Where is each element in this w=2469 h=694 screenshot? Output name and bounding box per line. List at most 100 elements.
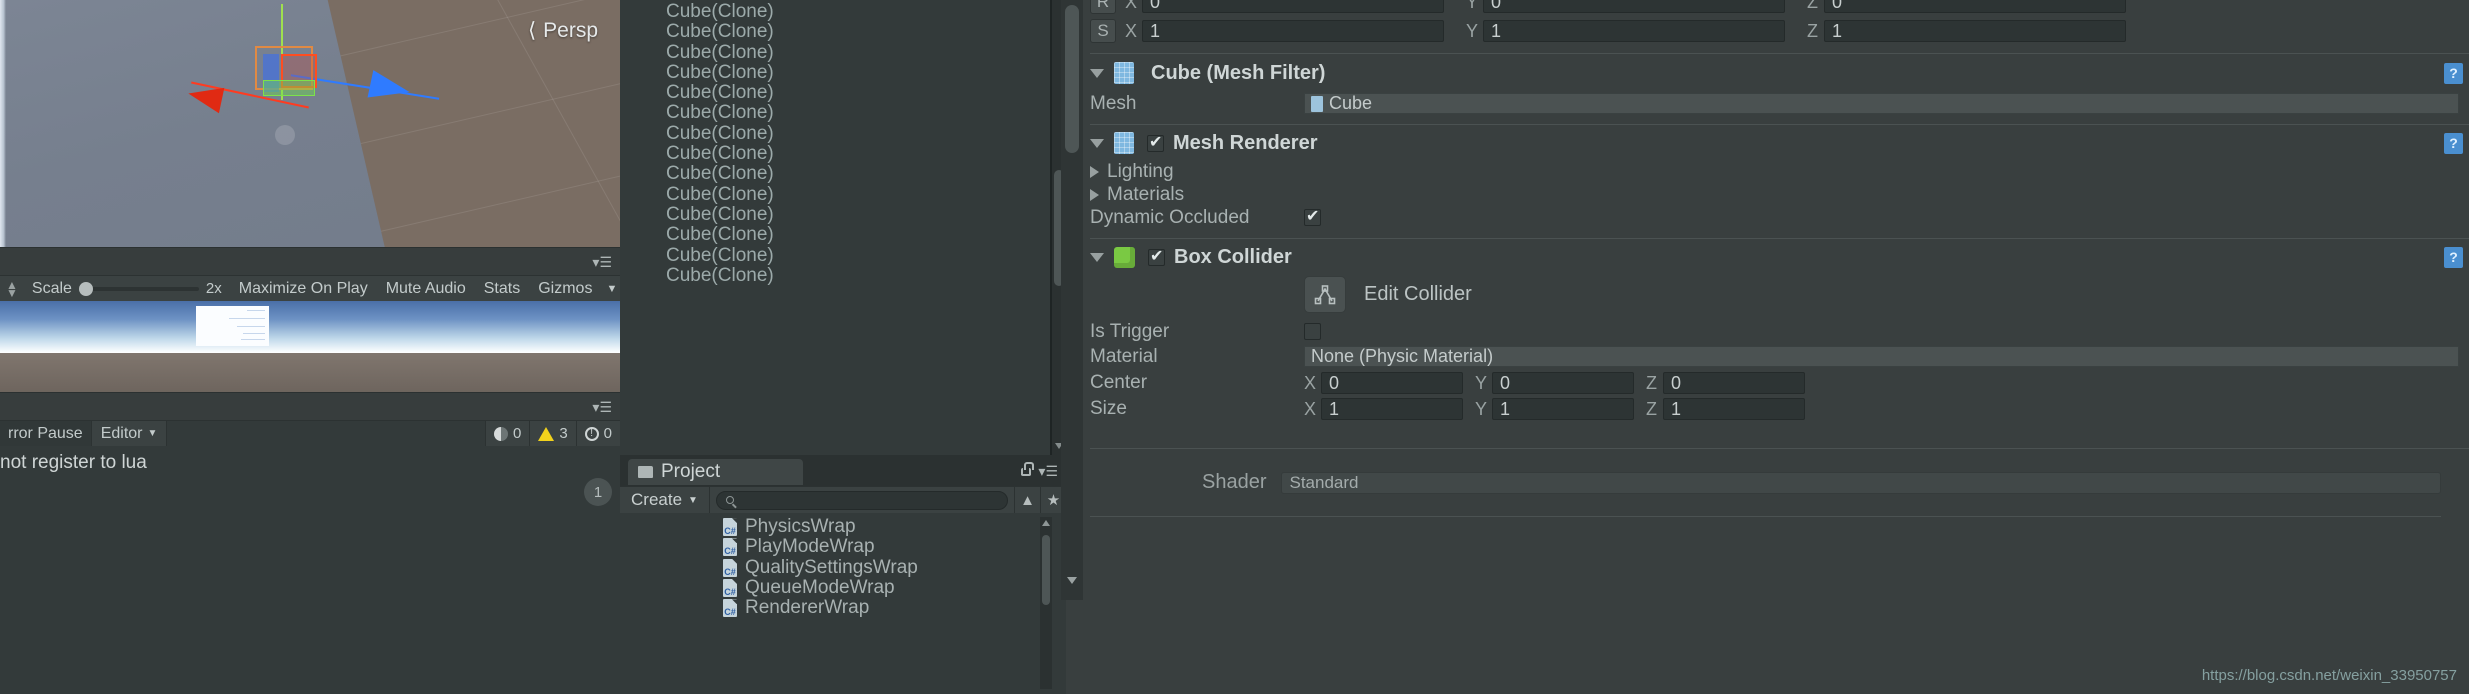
scale-y-field[interactable]: 1	[1483, 20, 1785, 42]
center-z-field[interactable]: 0	[1663, 372, 1805, 394]
project-asset-list[interactable]: C# PhysicsWrap C# PlayModeWrap C# QualitySett…	[715, 513, 1066, 694]
hierarchy-item[interactable]: Cube(Clone)	[620, 164, 1050, 185]
scale-slider-group[interactable]: Scale 2x	[24, 280, 230, 298]
mesh-renderer-enabled-checkbox[interactable]	[1147, 132, 1164, 152]
hierarchy-item[interactable]: Cube(Clone)	[620, 82, 1050, 103]
project-asset-item[interactable]: C# RendererWrap	[715, 597, 1066, 618]
chevron-down-icon[interactable]	[1090, 68, 1104, 78]
size-z-field[interactable]: 1	[1663, 398, 1805, 420]
hierarchy-item[interactable]: Cube(Clone)	[620, 103, 1050, 124]
shader-row[interactable]: Shader Standard	[1090, 471, 2469, 494]
hierarchy-item[interactable]: Cube(Clone)	[620, 245, 1050, 266]
project-scroll-up-icon[interactable]	[1042, 520, 1050, 526]
error-count-toggle[interactable]: ! 0	[575, 420, 620, 447]
physic-material-row[interactable]: Material None (Physic Material)	[1090, 345, 2469, 368]
project-toolbar[interactable]: Create ▼ ▲ ★	[620, 486, 1066, 514]
dynamic-occluded-row[interactable]: Dynamic Occluded	[1090, 206, 2469, 229]
component-header-mesh-filter[interactable]: Cube (Mesh Filter) ?	[1090, 58, 2469, 88]
hierarchy-panel[interactable]: Cube(Clone) Cube(Clone) Cube(Clone) Cube(Cl…	[620, 0, 1050, 455]
hierarchy-item[interactable]: Cube(Clone)	[620, 42, 1050, 63]
inspector-scrollbar[interactable]	[1061, 0, 1083, 600]
inspector-scrollbar-thumb[interactable]	[1065, 5, 1079, 153]
light-gizmo-icon[interactable]	[275, 125, 295, 145]
project-scrollbar[interactable]	[1040, 517, 1052, 689]
maximize-on-play-button[interactable]: Maximize On Play	[230, 276, 377, 302]
box-collider-enabled-checkbox[interactable]	[1148, 246, 1165, 266]
inspector-scroll-down-icon[interactable]	[1067, 577, 1077, 584]
rotation-y-field[interactable]: 0	[1483, 0, 1785, 13]
scale-slider-knob[interactable]	[78, 281, 93, 296]
lock-icon[interactable]	[1021, 461, 1035, 476]
console-toolbar[interactable]: rror Pause Editor ▼ 0 3 ! 0	[0, 420, 620, 447]
project-search-field[interactable]	[715, 490, 1008, 510]
hierarchy-item[interactable]: Cube(Clone)	[620, 224, 1050, 245]
edit-collider-button[interactable]	[1304, 276, 1346, 313]
rotation-x-field[interactable]: 0	[1142, 0, 1444, 13]
console-options-icon[interactable]: ▾☰	[592, 399, 612, 416]
chevron-down-icon[interactable]	[1090, 138, 1104, 148]
project-body[interactable]: C# PhysicsWrap C# PlayModeWrap C# QualitySett…	[620, 513, 1066, 694]
game-view-toolbar[interactable]: ▲ ▼ Scale 2x Maximize On Play Mute Audio …	[0, 275, 620, 301]
gizmos-button[interactable]: Gizmos	[529, 276, 601, 302]
transform-scale-row[interactable]: S X 1 Y 1 Z 1	[1090, 18, 2469, 44]
inspector-panel[interactable]: R X 0 Y 0 Z 0 S X 1 Y 1 Z 1 Cube (Mesh F…	[1061, 0, 2469, 694]
filter-by-type-icon[interactable]: ▲	[1014, 486, 1040, 514]
hierarchy-item[interactable]: Cube(Clone)	[620, 143, 1050, 164]
project-scrollbar-thumb[interactable]	[1042, 535, 1050, 605]
help-icon[interactable]: ?	[2444, 246, 2463, 268]
aspect-stepper-icon[interactable]: ▲ ▼	[0, 279, 24, 299]
log-count-toggle[interactable]: 0	[484, 420, 530, 447]
transform-rotation-row[interactable]: R X 0 Y 0 Z 0	[1090, 0, 2469, 14]
rotation-z-field[interactable]: 0	[1824, 0, 2126, 13]
stats-button[interactable]: Stats	[475, 276, 529, 302]
size-y-field[interactable]: 1	[1492, 398, 1634, 420]
console-message[interactable]: not register to lua	[0, 452, 620, 474]
mesh-property-row[interactable]: Mesh Cube	[1090, 92, 2469, 115]
game-view-render[interactable]	[0, 301, 620, 392]
materials-foldout-row[interactable]: Materials	[1090, 183, 2469, 206]
hierarchy-item[interactable]: Cube(Clone)	[620, 204, 1050, 225]
create-button[interactable]: Create ▼	[620, 486, 710, 514]
lighting-foldout-row[interactable]: Lighting	[1090, 160, 2469, 183]
console-message-list[interactable]: not register to lua 1	[0, 446, 620, 694]
hierarchy-item[interactable]: Cube(Clone)	[620, 123, 1050, 144]
help-icon[interactable]: ?	[2444, 132, 2463, 154]
mesh-object-field[interactable]: Cube	[1304, 93, 2459, 114]
chevron-right-icon[interactable]	[1090, 165, 1099, 178]
help-icon[interactable]: ?	[2444, 62, 2463, 84]
collider-size-row[interactable]: Size X 1 Y 1 Z 1	[1090, 396, 2469, 422]
tab-project[interactable]: Project	[628, 459, 803, 485]
hierarchy-item[interactable]: Cube(Clone)	[620, 184, 1050, 205]
component-header-box-collider[interactable]: Box Collider ?	[1090, 242, 2469, 272]
warning-count-toggle[interactable]: 3	[529, 420, 576, 447]
center-x-field[interactable]: 0	[1321, 372, 1463, 394]
project-panel[interactable]: Project ▾☰ Create ▼ ▲ ★ C# PhysicsWrap C# P…	[620, 455, 1066, 694]
project-folder-tree[interactable]	[620, 513, 715, 694]
collider-center-row[interactable]: Center X 0 Y 0 Z 0	[1090, 370, 2469, 396]
size-x-field[interactable]: 1	[1321, 398, 1463, 420]
hierarchy-item[interactable]: Cube(Clone)	[620, 62, 1050, 83]
scene-projection-label[interactable]: ⟨ Persp	[528, 18, 598, 43]
is-trigger-checkbox[interactable]	[1304, 323, 1321, 340]
is-trigger-row[interactable]: Is Trigger	[1090, 320, 2469, 343]
hierarchy-item[interactable]: Cube(Clone)	[620, 21, 1050, 42]
edit-collider-row[interactable]: Edit Collider	[1090, 276, 2469, 313]
dynamic-occluded-checkbox[interactable]	[1304, 206, 1321, 226]
scale-x-field[interactable]: 1	[1142, 20, 1444, 42]
project-options-icon[interactable]: ▾☰	[1038, 463, 1058, 480]
physic-material-object-field[interactable]: None (Physic Material)	[1304, 346, 2459, 367]
editor-dropdown[interactable]: Editor ▼	[90, 420, 168, 447]
hierarchy-item[interactable]: Cube(Clone)	[620, 265, 1050, 286]
project-tabbar-actions[interactable]: ▾☰	[1021, 461, 1058, 480]
error-pause-toggle[interactable]: rror Pause	[0, 420, 91, 447]
scale-slider-track[interactable]	[78, 281, 199, 296]
scene-view[interactable]: ⟨ Persp	[0, 0, 620, 247]
hierarchy-item[interactable]: Cube(Clone)	[620, 1, 1050, 22]
chevron-down-icon[interactable]	[1090, 252, 1104, 262]
project-asset-item[interactable]: C# PhysicsWrap	[715, 516, 1066, 537]
project-asset-item[interactable]: C# QueueModeWrap	[715, 577, 1066, 598]
mute-audio-button[interactable]: Mute Audio	[377, 276, 475, 302]
scale-z-field[interactable]: 1	[1824, 20, 2126, 42]
chevron-right-icon[interactable]	[1090, 188, 1099, 201]
game-options-icon[interactable]: ▾☰	[592, 254, 612, 271]
